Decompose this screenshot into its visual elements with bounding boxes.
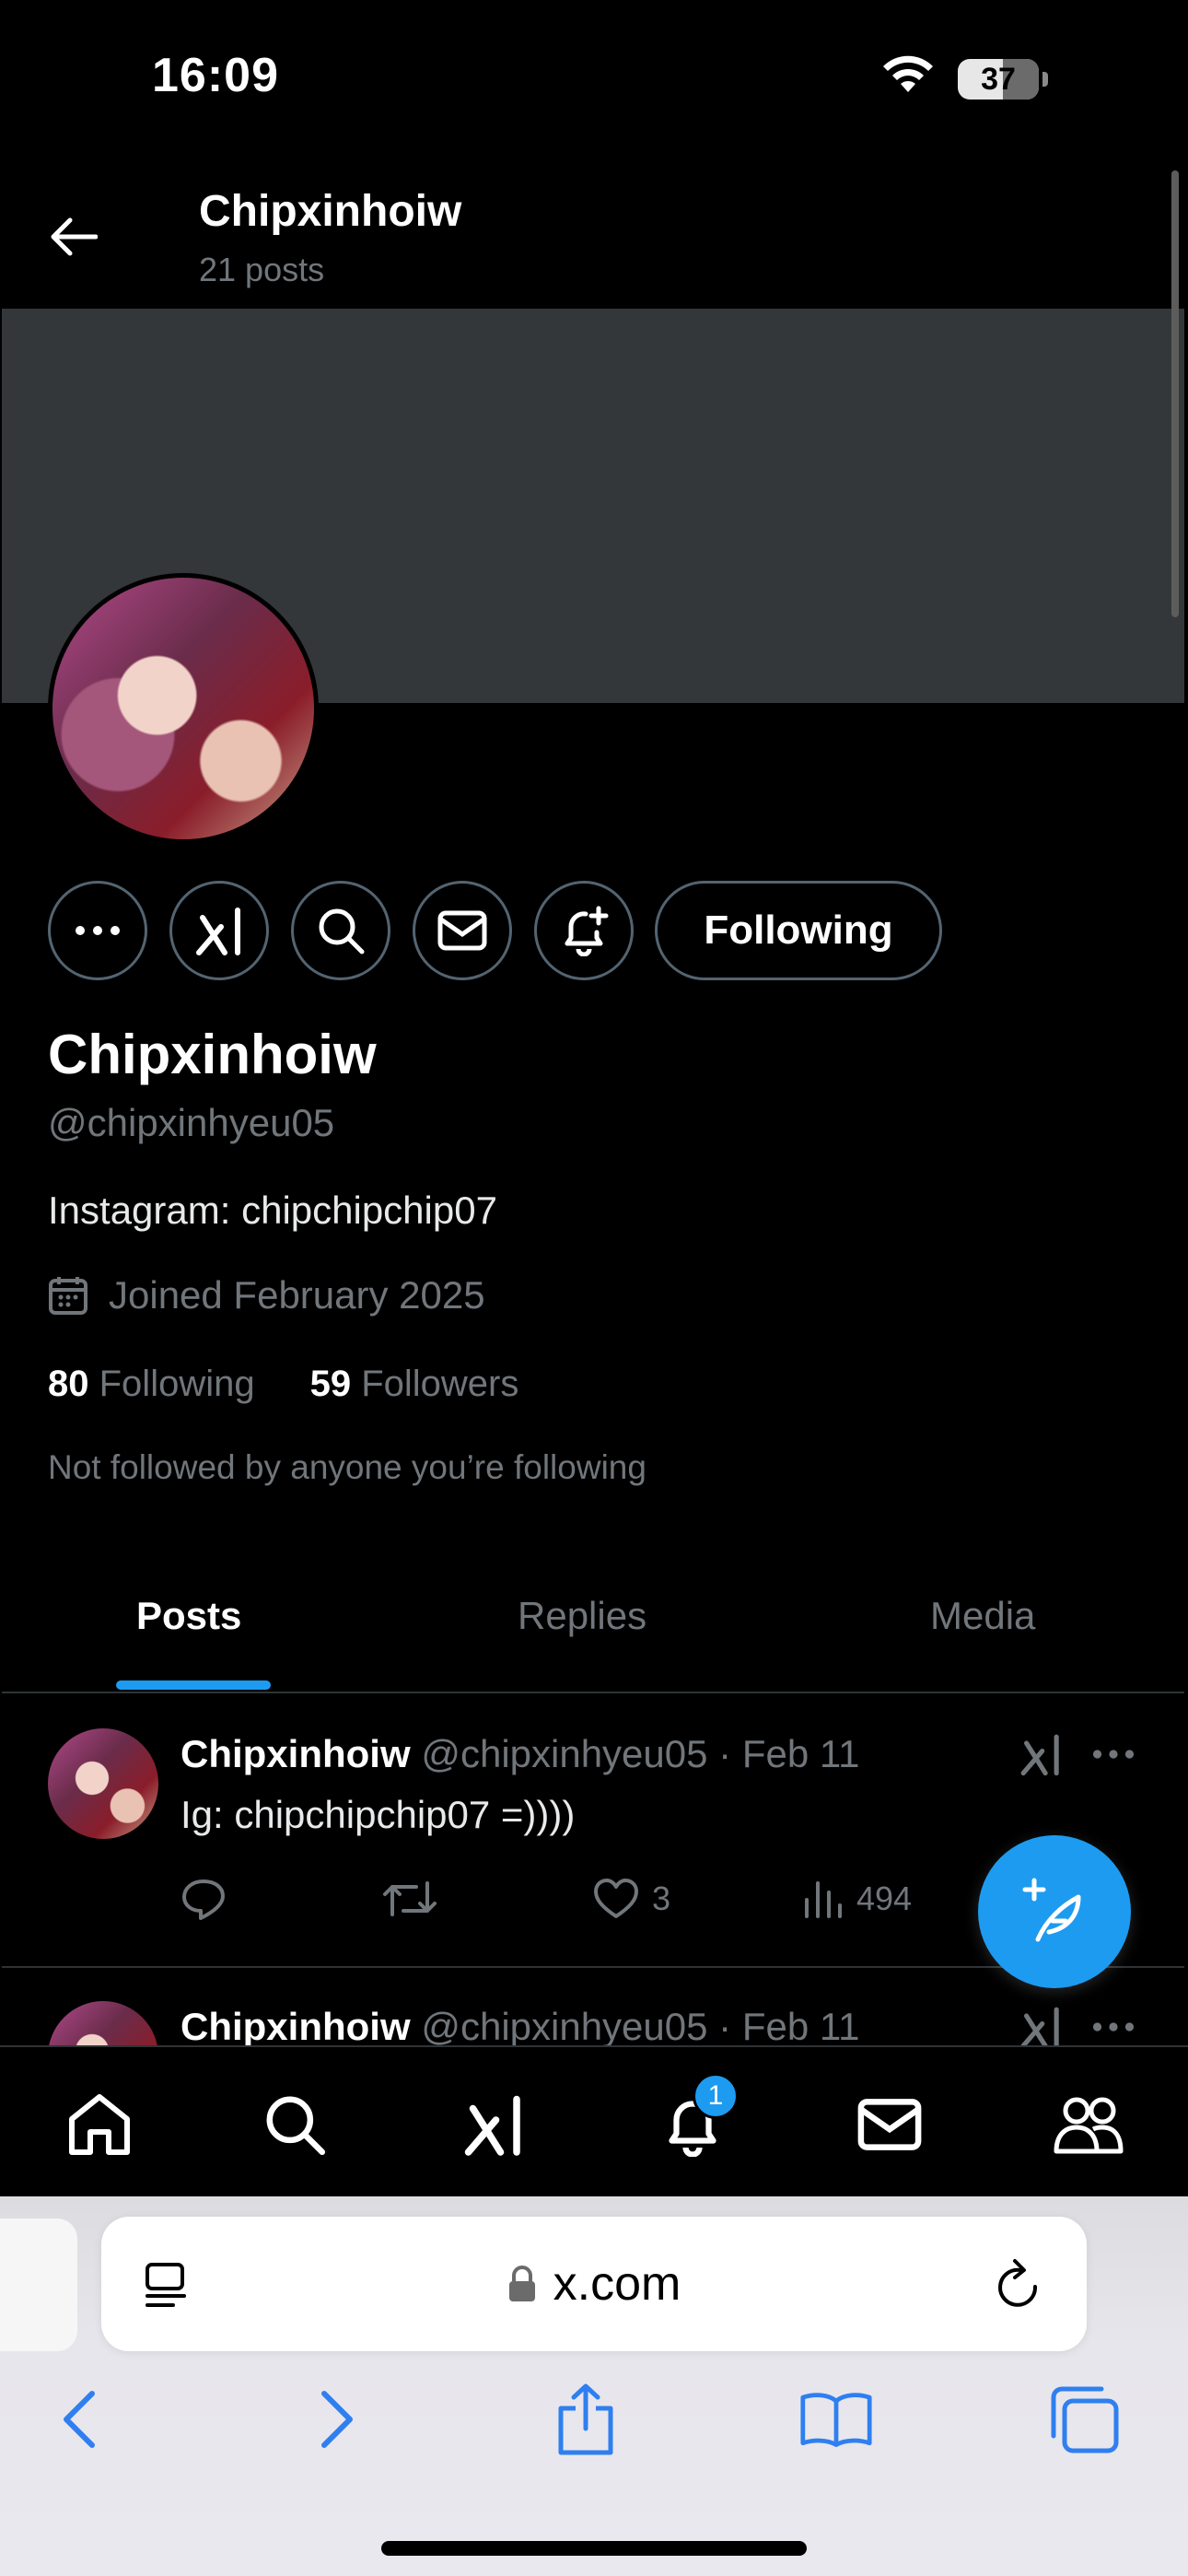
url-text: x.com (553, 2257, 681, 2311)
bottom-navigation: 1 (0, 2045, 1188, 2196)
home-icon (69, 2094, 130, 2155)
browser-back-button[interactable] (42, 2383, 116, 2456)
post-header: Chipxinhoiw @chipxinhyeu05 · Feb 11 (181, 1732, 859, 1776)
wifi-icon (879, 55, 937, 96)
post-more-button[interactable] (1092, 1749, 1135, 1760)
tabs-button[interactable] (1048, 2383, 1122, 2456)
post-header: Chipxinhoiw @chipxinhyeu05 · Feb 11 (181, 2005, 859, 2049)
post-avatar[interactable] (48, 1728, 158, 1839)
address-bar[interactable]: x.com (101, 2217, 1087, 2351)
mutual-followers-note: Not followed by anyone you’re following (48, 1448, 646, 1486)
tabs-icon (1051, 2386, 1119, 2453)
like-button[interactable]: 3 (593, 1878, 670, 1920)
post-text: Ig: chipchipchip07 =)))) (181, 1793, 576, 1836)
header-title: Chipxinhoiw (199, 187, 462, 236)
profile-bio: Instagram: chipchipchip07 (48, 1188, 497, 1232)
more-dots-icon (1092, 1750, 1135, 1759)
profile-avatar[interactable] (48, 573, 319, 844)
view-count: 494 (856, 1879, 913, 1917)
grok-button[interactable] (169, 881, 269, 980)
notification-badge: 1 (693, 2073, 739, 2119)
reply-button[interactable] (181, 1878, 227, 1920)
reload-button[interactable] (993, 2257, 1044, 2311)
repost-icon (383, 1881, 437, 1916)
more-button[interactable] (48, 881, 147, 980)
search-icon (266, 2096, 326, 2156)
envelope-icon (857, 2099, 922, 2150)
tab-replies[interactable]: Replies (518, 1594, 646, 1638)
grok-icon (1020, 1734, 1059, 1776)
nav-communities[interactable] (1052, 2088, 1125, 2161)
message-button[interactable] (413, 881, 512, 980)
following-link[interactable]: 80 Following (48, 1364, 255, 1405)
post-grok-button[interactable] (1019, 2005, 1063, 2049)
joined-date: Joined February 2025 (48, 1273, 485, 1317)
active-tab-indicator (116, 1680, 271, 1690)
post-meta: @chipxinhyeu05 · Feb 11 (421, 2005, 860, 2048)
home-indicator (381, 2541, 807, 2556)
nav-grok[interactable] (457, 2088, 530, 2161)
battery-level: 37 (981, 62, 1016, 97)
post-meta: @chipxinhyeu05 · Feb 11 (421, 1732, 860, 1775)
battery-icon: 37 (958, 59, 1048, 100)
chevron-left-icon (64, 2391, 95, 2448)
followers-link[interactable]: 59 Followers (310, 1364, 519, 1405)
chevron-right-icon (321, 2391, 353, 2448)
nav-messages[interactable] (853, 2088, 926, 2161)
tab-media[interactable]: Media (930, 1594, 1035, 1638)
reload-icon (998, 2259, 1038, 2307)
post-more-button[interactable] (1092, 2021, 1135, 2032)
grok-icon (464, 2095, 520, 2156)
status-time: 16:09 (152, 49, 279, 102)
post-actions: 3 494 (181, 1878, 945, 1933)
compose-post-button[interactable] (978, 1835, 1131, 1988)
envelope-icon (437, 910, 487, 951)
views-button[interactable]: 494 (803, 1878, 912, 1920)
post-author-name[interactable]: Chipxinhoiw (181, 1732, 411, 1775)
share-button[interactable] (549, 2383, 623, 2456)
search-profile-button[interactable] (291, 881, 390, 980)
repost-button[interactable] (383, 1878, 437, 1920)
more-dots-icon (1092, 2022, 1135, 2032)
following-button[interactable]: Following (655, 881, 942, 980)
nav-home[interactable] (63, 2088, 136, 2161)
lock-icon (508, 2266, 535, 2301)
notify-button[interactable] (534, 881, 634, 980)
tab-posts[interactable]: Posts (136, 1594, 241, 1638)
profile-name: Chipxinhoiw (48, 1024, 377, 1085)
share-icon (558, 2383, 613, 2455)
joined-text: Joined February 2025 (109, 1273, 485, 1317)
back-button[interactable] (37, 205, 111, 269)
grok-icon (1020, 2007, 1059, 2049)
feather-plus-icon (1022, 1878, 1081, 1942)
previous-tab-preview[interactable] (0, 2219, 77, 2351)
follow-stats: 80 Following 59 Followers (48, 1364, 518, 1405)
heart-icon (594, 1879, 638, 1918)
bell-plus-icon (565, 906, 609, 956)
views-chart-icon (805, 1881, 842, 1918)
calendar-icon (49, 1277, 87, 1315)
header-post-count: 21 posts (199, 251, 325, 288)
more-dots-icon (76, 926, 120, 935)
post-author-name[interactable]: Chipxinhoiw (181, 2005, 411, 2048)
bookmarks-button[interactable] (799, 2383, 873, 2456)
divider (2, 1692, 1184, 1693)
browser-forward-button[interactable] (300, 2383, 374, 2456)
nav-search[interactable] (258, 2088, 332, 2161)
like-count: 3 (652, 1879, 671, 1917)
reply-icon (182, 1879, 225, 1920)
profile-handle: @chipxinhyeu05 (48, 1101, 335, 1144)
post-grok-button[interactable] (1019, 1732, 1063, 1776)
url-display: x.com (101, 2217, 1087, 2351)
grok-icon (196, 907, 240, 955)
people-icon (1054, 2097, 1124, 2154)
book-icon (800, 2393, 872, 2447)
scrollbar[interactable] (1171, 170, 1179, 617)
search-icon (319, 908, 365, 954)
arrow-left-icon (51, 217, 98, 256)
